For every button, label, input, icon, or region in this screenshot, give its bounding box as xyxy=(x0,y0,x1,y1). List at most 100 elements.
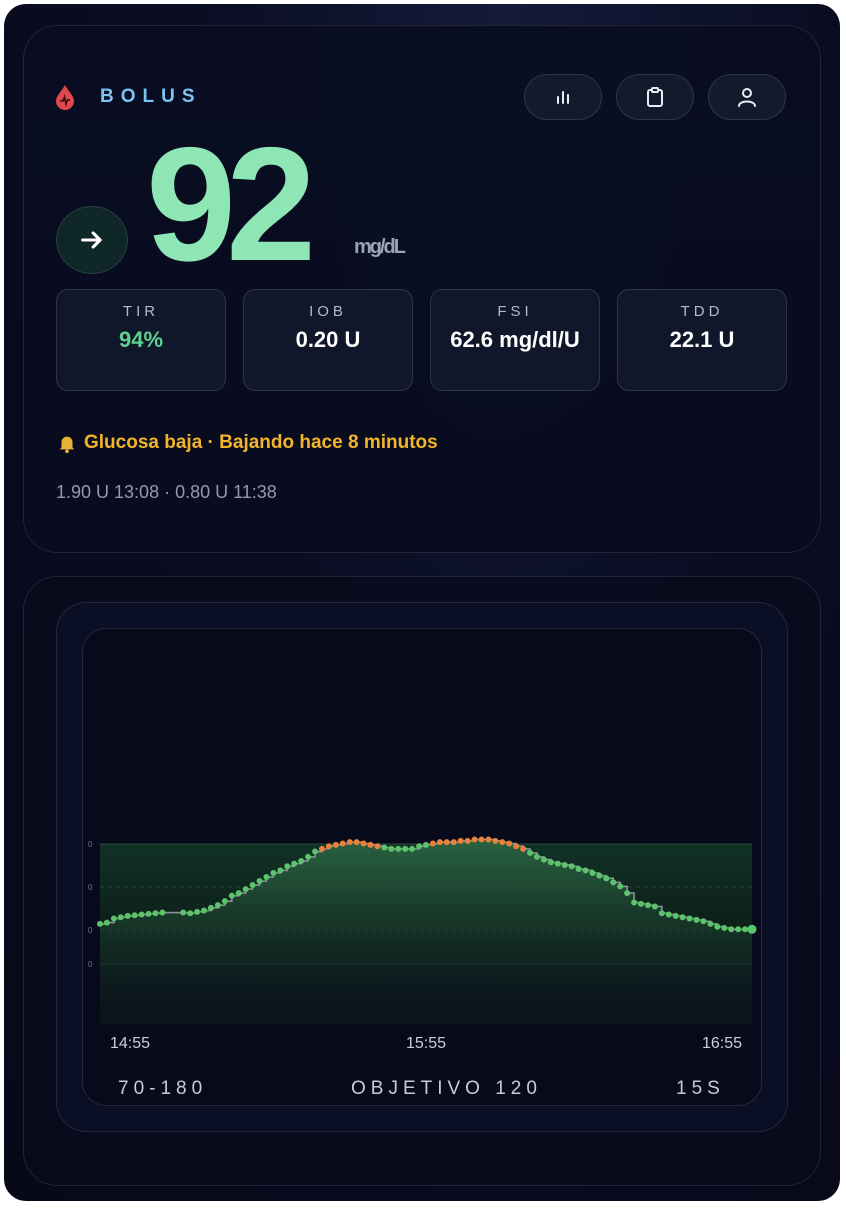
data-point xyxy=(423,841,429,848)
data-point xyxy=(721,924,728,931)
stats-button[interactable] xyxy=(524,74,602,120)
user-icon xyxy=(738,88,756,107)
stat-tdd: TDD 22.1 U xyxy=(617,289,787,391)
alert-text: Glucosa baja · Bajando hace 8 minutos xyxy=(84,432,438,453)
data-point xyxy=(520,845,527,852)
brand-name: BOLUS xyxy=(100,86,202,107)
data-point xyxy=(367,841,374,848)
data-point xyxy=(416,843,423,850)
profile-button[interactable] xyxy=(708,74,786,120)
stat-value: 62.6 mg/dl/U xyxy=(450,327,580,352)
data-point xyxy=(527,849,534,856)
data-point xyxy=(138,911,145,918)
data-point xyxy=(603,875,610,882)
data-point xyxy=(318,845,325,852)
data-point xyxy=(631,899,638,906)
range-label: 70-180 xyxy=(118,1078,208,1099)
data-point xyxy=(346,839,353,846)
data-point xyxy=(159,909,166,916)
data-point xyxy=(658,910,665,917)
glucose-chart: 0 0 0 0 14:55 15:55 16:55 xyxy=(88,836,757,1052)
stat-label: TDD xyxy=(680,303,724,320)
x-tick-label: 16:55 xyxy=(702,1035,742,1052)
clipboard-icon xyxy=(647,87,663,107)
data-point xyxy=(235,890,242,897)
data-point xyxy=(242,886,249,893)
target-label: OBJETIVO 120 xyxy=(351,1078,542,1099)
data-point xyxy=(201,907,208,914)
data-point xyxy=(436,839,443,846)
data-point xyxy=(395,845,402,852)
data-point xyxy=(686,915,693,922)
glucose-value: 92 xyxy=(146,114,316,295)
data-point xyxy=(554,860,561,867)
trend-indicator xyxy=(56,206,128,274)
data-point xyxy=(714,923,721,930)
data-point xyxy=(256,878,263,885)
data-point xyxy=(596,872,603,879)
app-window: BOLUS 92 mg/dL TIR 94% IOB 0.20 U FSI 62… xyxy=(4,4,840,1201)
data-point xyxy=(131,912,138,919)
arrow-right-icon xyxy=(81,231,102,249)
data-point xyxy=(707,920,714,927)
data-point xyxy=(582,867,589,874)
data-point xyxy=(145,910,152,917)
data-point xyxy=(124,912,131,919)
data-point xyxy=(117,914,124,921)
data-point xyxy=(270,870,277,876)
log-button[interactable] xyxy=(616,74,694,120)
data-point xyxy=(325,843,332,850)
data-point xyxy=(180,909,187,916)
stat-fsi: FSI 62.6 mg/dl/U xyxy=(430,289,600,391)
data-point xyxy=(693,916,700,923)
data-point xyxy=(506,840,513,847)
data-point xyxy=(464,837,471,844)
stat-value: 94% xyxy=(118,327,164,352)
data-point xyxy=(610,879,617,886)
stat-iob: IOB 0.20 U xyxy=(243,289,413,391)
data-point xyxy=(214,902,221,909)
data-point xyxy=(291,860,298,867)
data-point xyxy=(110,915,117,922)
data-point xyxy=(443,839,450,846)
data-point xyxy=(561,861,568,868)
stat-label: TIR xyxy=(122,303,160,320)
data-point xyxy=(450,839,457,846)
y-tick-label: 0 xyxy=(88,926,93,935)
y-tick-label: 0 xyxy=(88,883,93,892)
data-point xyxy=(249,882,256,889)
stat-label: FSI xyxy=(497,303,533,320)
data-point xyxy=(277,867,284,874)
data-point xyxy=(672,912,679,919)
data-point xyxy=(540,856,547,863)
data-point xyxy=(624,890,631,897)
data-point xyxy=(575,865,582,872)
data-point xyxy=(381,844,388,851)
data-point xyxy=(207,904,214,911)
data-point xyxy=(679,914,686,921)
data-point xyxy=(152,910,159,917)
data-point xyxy=(312,848,319,855)
x-tick-label: 15:55 xyxy=(406,1035,446,1052)
data-point xyxy=(388,845,395,852)
data-point xyxy=(485,836,492,843)
data-point xyxy=(499,839,506,846)
x-tick-label: 14:55 xyxy=(110,1035,150,1052)
data-point xyxy=(728,926,735,933)
stat-value: 22.1 U xyxy=(669,327,735,352)
data-point xyxy=(284,863,291,870)
bell-icon xyxy=(59,436,75,454)
data-point xyxy=(187,910,194,917)
data-point xyxy=(471,836,478,843)
recent-doses: 1.90 U 13:08 · 0.80 U 11:38 xyxy=(56,482,277,502)
data-point xyxy=(651,903,658,910)
data-point xyxy=(353,839,360,846)
data-point xyxy=(568,863,575,870)
data-point xyxy=(747,924,757,934)
glucose-alert: Glucosa baja · Bajando hace 8 minutos xyxy=(56,432,438,454)
blood-drop-icon xyxy=(56,85,74,110)
data-point xyxy=(742,926,749,933)
interval-label: 15S xyxy=(676,1078,725,1099)
data-point xyxy=(589,870,596,876)
stat-label: IOB xyxy=(309,303,347,320)
